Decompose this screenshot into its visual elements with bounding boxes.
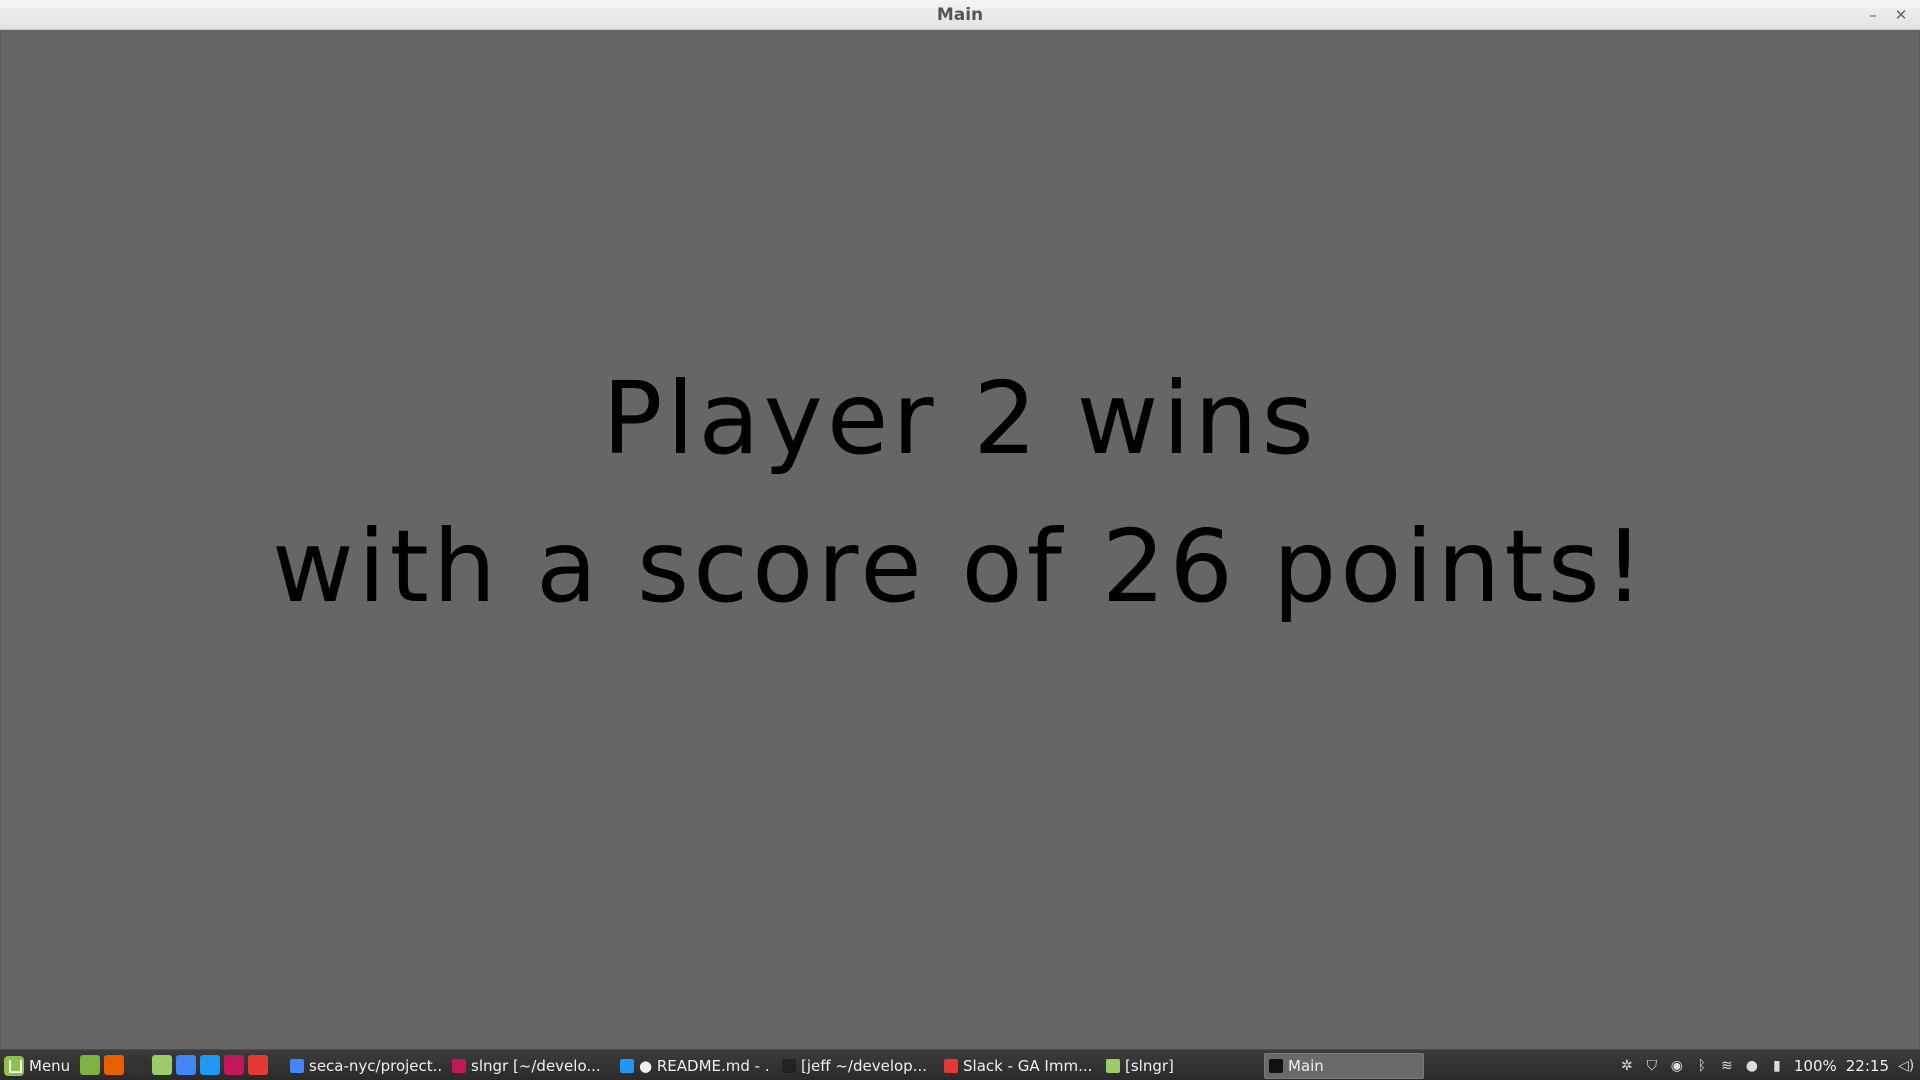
taskbar: Menu seca-nyc/project... slngr [~/develo.…: [0, 1049, 1920, 1080]
winner-message: Player 2 wins: [602, 360, 1318, 477]
task-label: slngr [~/develo...: [471, 1057, 601, 1075]
network-icon[interactable]: ≋: [1719, 1058, 1735, 1074]
firefox-icon[interactable]: [104, 1055, 124, 1075]
system-tray: ✲ ⛉ ◉ ᛒ ≋ ● ▮ 100% 22:15 ◁): [1619, 1054, 1914, 1078]
volume-icon[interactable]: ◁): [1898, 1058, 1914, 1074]
task-label: [slngr]: [1125, 1057, 1174, 1075]
terminal-icon[interactable]: [128, 1055, 148, 1075]
chrome-icon: [290, 1059, 304, 1073]
task-button[interactable]: [jeff ~/develop...: [778, 1053, 932, 1079]
task-button[interactable]: Main: [1264, 1053, 1424, 1079]
task-button[interactable]: ● README.md - ...: [616, 1053, 770, 1079]
task-button[interactable]: slngr [~/develo...: [448, 1053, 608, 1079]
terminal-icon: [782, 1059, 796, 1073]
task-button[interactable]: [slngr]: [1102, 1053, 1256, 1079]
user-icon[interactable]: ●: [1744, 1058, 1760, 1074]
minimize-button[interactable]: –: [1862, 4, 1884, 26]
window-titlebar[interactable]: Main – ✕: [0, 0, 1920, 30]
slack-icon[interactable]: [248, 1055, 268, 1075]
java-app-icon: [1269, 1059, 1283, 1073]
slack-icon: [944, 1059, 958, 1073]
chrome-icon[interactable]: [176, 1055, 196, 1075]
battery-icon[interactable]: ▮: [1769, 1058, 1785, 1074]
menu-button[interactable]: Menu: [2, 1053, 76, 1078]
vscode-icon: [620, 1059, 634, 1073]
battery-percent: 100%: [1793, 1057, 1837, 1075]
clock[interactable]: 22:15: [1846, 1057, 1889, 1075]
settings-icon[interactable]: ✲: [1619, 1058, 1635, 1074]
task-label: ● README.md - ...: [639, 1057, 770, 1075]
game-canvas: Player 2 wins with a score of 26 points!: [0, 30, 1920, 1049]
menu-label: Menu: [29, 1056, 71, 1075]
mint-logo-icon: [4, 1055, 24, 1076]
task-label: [jeff ~/develop...: [801, 1057, 927, 1075]
close-button[interactable]: ✕: [1890, 4, 1912, 26]
folder-icon: [1106, 1059, 1120, 1073]
intellij-icon: [452, 1059, 466, 1073]
shield-icon[interactable]: ⛉: [1644, 1058, 1660, 1074]
task-button[interactable]: seca-nyc/project...: [286, 1053, 442, 1079]
files-icon[interactable]: [152, 1055, 172, 1075]
window-title: Main: [936, 5, 984, 25]
chrome-tray-icon[interactable]: ◉: [1669, 1058, 1685, 1074]
score-message: with a score of 26 points!: [272, 508, 1648, 625]
panel-launchers: [80, 1055, 268, 1075]
show-desktop-icon[interactable]: [80, 1055, 100, 1075]
task-label: Slack - GA Imm...: [963, 1057, 1093, 1075]
intellij-icon[interactable]: [224, 1055, 244, 1075]
task-label: seca-nyc/project...: [309, 1057, 442, 1075]
bluetooth-icon[interactable]: ᛒ: [1694, 1058, 1710, 1074]
vscode-icon[interactable]: [200, 1055, 220, 1075]
task-button[interactable]: Slack - GA Imm...: [940, 1053, 1094, 1079]
task-label: Main: [1288, 1057, 1324, 1075]
